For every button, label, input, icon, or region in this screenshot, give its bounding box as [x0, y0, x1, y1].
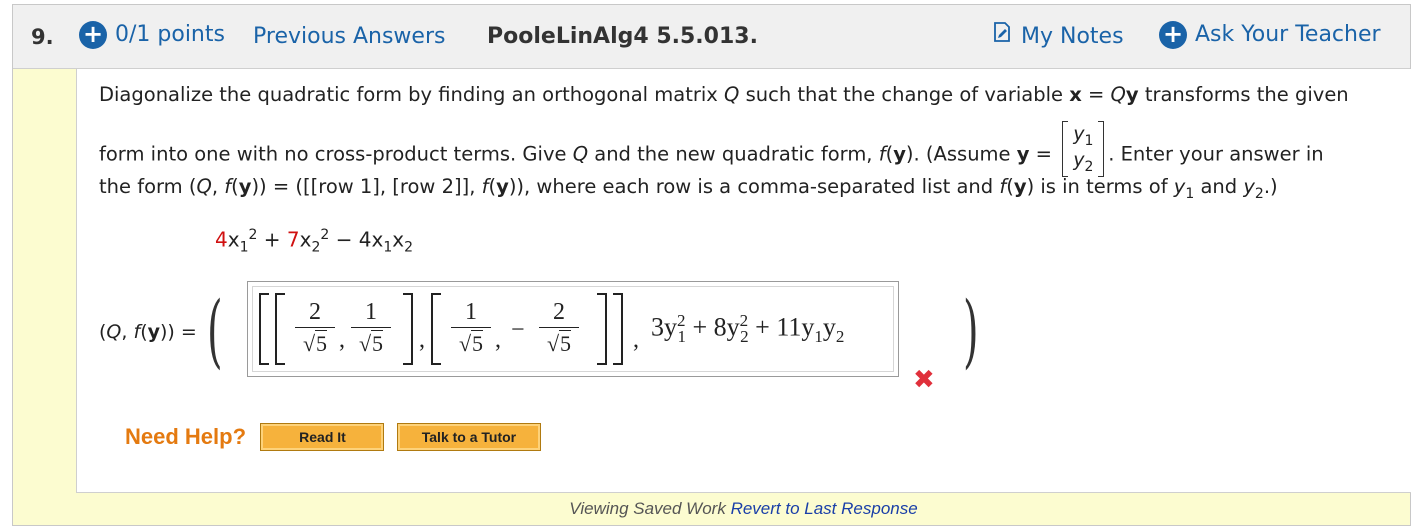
fraction-denominator: 5 — [315, 330, 328, 356]
fraction: 1 √5 — [449, 299, 493, 358]
fraction-numerator: 2 — [553, 299, 565, 325]
prompt-var: f — [878, 142, 886, 166]
math-answer-field[interactable]: 2 √5 , 1 √5 , 1 √5 , − 2 √5 , 3y21 + 8y2… — [252, 286, 894, 372]
saved-work-footer: Viewing Saved Work Revert to Last Respon… — [76, 493, 1411, 525]
prompt-var: y — [893, 142, 906, 166]
prompt-line-1: Diagonalize the quadratic form by findin… — [99, 83, 1349, 106]
fraction-denominator: 5 — [471, 330, 484, 356]
right-paren: ) — [963, 284, 979, 377]
answer-label: (Q, f(y)) = — [99, 321, 197, 343]
plus-circle-icon: + — [79, 21, 107, 49]
incorrect-icon: ✖ — [913, 365, 935, 395]
prompt-text: , — [211, 175, 225, 198]
note-icon — [993, 22, 1011, 48]
prompt-var: y — [1016, 142, 1030, 166]
prompt-text: and — [1194, 175, 1244, 198]
question-body: Diagonalize the quadratic form by findin… — [76, 69, 1411, 493]
prompt-text: form into one with no cross-product term… — [99, 142, 573, 166]
coefficient: 4 — [215, 227, 228, 252]
quadratic-form-expression: 4x12 + 7x22 − 4x1x2 — [215, 227, 414, 256]
points-link[interactable]: +0/1 points — [79, 21, 225, 49]
prompt-var: f — [224, 175, 232, 198]
prompt-text: and the new quadratic form, — [588, 142, 879, 166]
vector-entry: y — [1073, 123, 1085, 145]
prompt-var: Q — [572, 142, 589, 166]
prompt-var: y — [1173, 175, 1186, 198]
coefficient: 7 — [286, 227, 300, 252]
prompt-text: such that the change of variable — [739, 83, 1070, 106]
left-paren: ( — [207, 284, 223, 377]
question-frame: 9. +0/1 points Previous Answers PooleLin… — [12, 4, 1411, 526]
prompt-var: y — [1125, 83, 1139, 106]
prompt-text: .) — [1263, 175, 1278, 198]
prompt-var: Q — [1110, 83, 1126, 106]
ask-teacher-label: Ask Your Teacher — [1195, 22, 1381, 47]
prompt-text: = — [1081, 83, 1111, 106]
problem-code: PooleLinAlg4 5.5.013. — [487, 24, 758, 49]
prompt-text: the form ( — [99, 175, 197, 198]
prompt-text: transforms the given — [1138, 83, 1349, 106]
fraction-numerator: 2 — [309, 299, 321, 325]
prompt-var: x — [1069, 83, 1082, 106]
answer-label-text: )) = — [160, 321, 197, 343]
question-header: 9. +0/1 points Previous Answers PooleLin… — [13, 5, 1410, 69]
poly-term: + 8y — [686, 312, 740, 342]
answer-label-var: f — [133, 321, 141, 343]
fraction: 2 √5 — [293, 299, 337, 358]
prompt-text: ) is in terms of — [1026, 175, 1174, 198]
prompt-text: = — [1029, 142, 1059, 166]
prompt-var: y — [1013, 175, 1027, 198]
y-vector: y1 y2 — [1062, 121, 1105, 177]
question-number: 9. — [31, 25, 54, 49]
viewing-saved-work: Viewing Saved Work — [569, 499, 726, 518]
answer-label-var: y — [147, 321, 160, 343]
fraction-numerator: 1 — [365, 299, 377, 325]
fraction-denominator: 5 — [559, 330, 572, 356]
plus-circle-icon: + — [1159, 21, 1187, 49]
prompt-text: . Enter your answer in — [1108, 142, 1324, 166]
ask-teacher-link[interactable]: + Ask Your Teacher — [1159, 21, 1381, 49]
prompt-var: y — [496, 175, 509, 198]
my-notes-label: My Notes — [1021, 24, 1124, 49]
poly-term: 3y — [651, 312, 677, 342]
prompt-var: y — [1243, 175, 1255, 198]
poly-term: + 11y — [748, 312, 815, 342]
prompt-var: f — [481, 175, 489, 198]
answer-input[interactable]: 2 √5 , 1 √5 , 1 √5 , − 2 √5 , 3y21 + 8y2… — [247, 281, 899, 377]
need-help-label: Need Help? — [125, 424, 247, 449]
prompt-text: )) = ([[row 1], [row 2]], — [251, 175, 482, 198]
prompt-text: Diagonalize the quadratic form by findin… — [99, 83, 725, 106]
prompt-line-3: the form (Q, f(y)) = ([[row 1], [row 2]]… — [99, 175, 1278, 202]
vector-entry: y — [1073, 149, 1085, 171]
fraction-denominator: 5 — [371, 330, 384, 356]
answer-label-text: , — [121, 321, 134, 343]
previous-answers-link[interactable]: Previous Answers — [253, 24, 445, 49]
prompt-var: f — [999, 175, 1007, 198]
need-help-section: Need Help? Read It Talk to a Tutor — [125, 423, 541, 451]
expression-term: − 4x — [335, 227, 384, 252]
talk-to-tutor-button[interactable]: Talk to a Tutor — [396, 423, 541, 451]
my-notes-link[interactable]: My Notes — [993, 22, 1124, 49]
prompt-var: y — [238, 175, 252, 198]
prompt-text: )), where each row is a comma-separated … — [508, 175, 1000, 198]
read-it-button[interactable]: Read It — [260, 423, 385, 451]
prompt-var: Q — [724, 83, 740, 106]
fraction-numerator: 1 — [465, 299, 477, 325]
revert-link[interactable]: Revert to Last Response — [731, 499, 918, 518]
prompt-var: Q — [196, 175, 212, 198]
new-quadratic-form: 3y21 + 8y22 + 11y1y2 — [651, 311, 845, 346]
points-label: 0/1 points — [115, 22, 225, 47]
fraction: 2 √5 — [537, 299, 581, 358]
answer-label-var: Q — [106, 321, 122, 343]
prompt-text: ). (Assume — [905, 142, 1017, 166]
fraction: 1 √5 — [349, 299, 393, 358]
